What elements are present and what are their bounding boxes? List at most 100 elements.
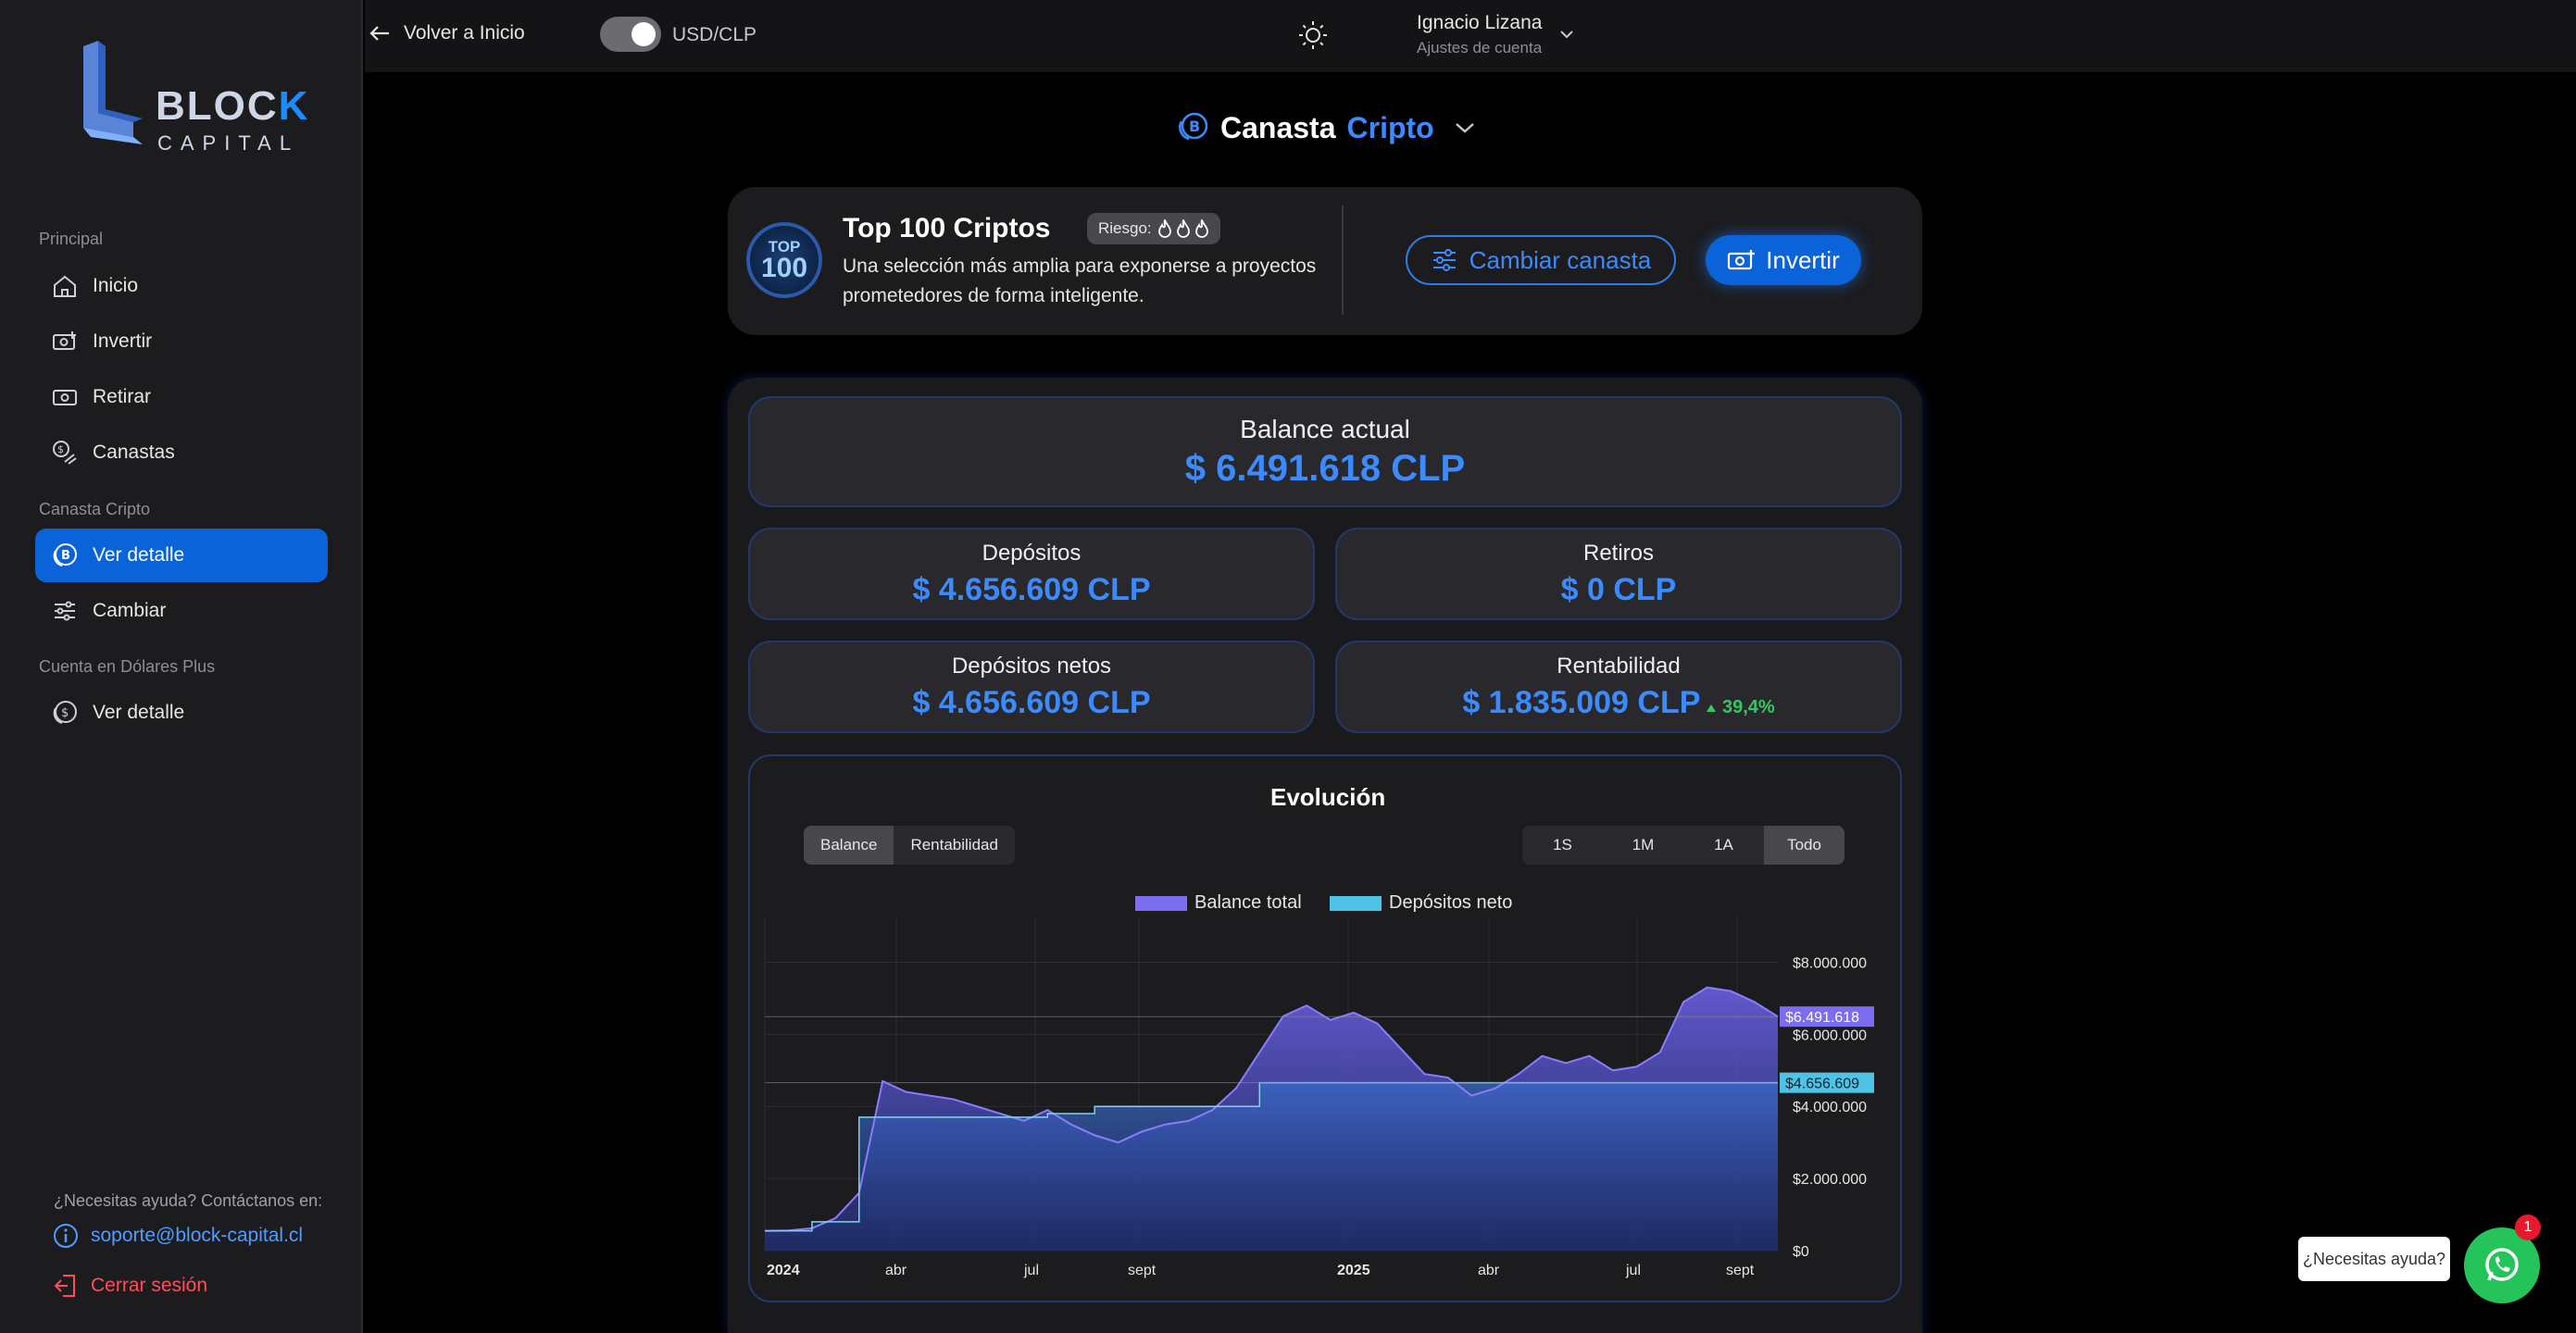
dollar-coin-icon: $ (50, 698, 80, 728)
sidebar-item-invertir[interactable]: Invertir (35, 315, 328, 368)
x-tick-label: abr (1478, 1263, 1500, 1278)
change-basket-label: Cambiar canasta (1469, 245, 1652, 274)
sidebar-item-canastas[interactable]: $ Canastas (35, 426, 328, 480)
sidebar-item-label: Invertir (93, 330, 153, 352)
chart-title: Evolución (1270, 783, 1386, 811)
sidebar-item-ver-detalle-usd[interactable]: $ Ver detalle (35, 686, 328, 740)
arrow-left-icon (369, 26, 389, 41)
user-name[interactable]: Ignacio Lizana (1417, 12, 1542, 34)
chevron-down-icon[interactable] (1559, 28, 1574, 44)
x-tick-label: jul (1625, 1263, 1641, 1278)
sidebar-item-inicio[interactable]: Inicio (35, 259, 328, 313)
change-basket-button[interactable]: Cambiar canasta (1406, 235, 1676, 285)
sidebar-item-cambiar[interactable]: Cambiar (35, 584, 328, 638)
section-canasta-cripto: Canasta Cripto (39, 500, 151, 518)
basket-description: Una selección más amplia para exponerse … (843, 255, 1317, 306)
tab-rentabilidad[interactable]: Rentabilidad (894, 826, 1015, 865)
account-settings-link[interactable]: Ajustes de cuenta (1417, 39, 1542, 57)
tab-range-1a[interactable]: 1A (1683, 826, 1764, 865)
sidebar-item-label: Inicio (93, 275, 139, 296)
basket-coins-icon: $ (50, 438, 80, 467)
x-tick-label: 2024 (767, 1263, 800, 1278)
profit-value: $ 1.835.009 CLP (1462, 685, 1701, 720)
tab-range-1s[interactable]: 1S (1522, 826, 1603, 865)
svg-text:$: $ (57, 443, 64, 455)
risk-flames (1157, 219, 1209, 238)
x-tick-label: sept (1726, 1263, 1755, 1278)
chevron-down-icon (1455, 123, 1474, 133)
profit-percent: 39,4% (1706, 697, 1775, 717)
logout-label: Cerrar sesión (91, 1275, 208, 1296)
deposits-label: Depósitos (982, 541, 1082, 566)
tab-balance[interactable]: Balance (804, 826, 894, 865)
sidebar-item-label: Ver detalle (93, 702, 185, 723)
risk-label: Riesgo: (1098, 219, 1152, 237)
home-icon (50, 271, 80, 301)
sidebar-item-retirar[interactable]: Retirar (35, 370, 328, 424)
profit-label: Rentabilidad (1557, 654, 1681, 679)
block-capital-logo[interactable]: BLOCK CAPITAL (78, 41, 307, 155)
risk-badge: Riesgo: (1087, 213, 1220, 244)
triangle-up-icon (1707, 704, 1717, 712)
chart-range-tabs: 1S 1M 1A Todo (1522, 826, 1844, 865)
badge-number: 100 (760, 252, 808, 283)
current-balance-card: Balance actual $ 6.491.618 CLP (748, 396, 1902, 507)
chart-mode-tabs: Balance Rentabilidad (804, 826, 1015, 865)
tab-range-todo[interactable]: Todo (1764, 826, 1844, 865)
sidebar-item-label: Cambiar (93, 600, 167, 621)
profit-card: Rentabilidad $ 1.835.009 CLP 39,4% (1335, 641, 1902, 733)
x-tick-label: 2025 (1337, 1263, 1370, 1278)
bitcoin-coin-icon: B (1179, 112, 1208, 141)
currency-toggle[interactable] (600, 17, 661, 52)
back-to-home-link[interactable]: Volver a Inicio (367, 22, 525, 44)
x-tick-label: jul (1023, 1263, 1039, 1278)
invest-label: Invertir (1766, 245, 1840, 274)
sidebar-item-ver-detalle[interactable]: B Ver detalle (35, 529, 328, 582)
invest-button[interactable]: Invertir (1706, 235, 1861, 285)
evolution-chart[interactable]: $8.000.000 $6.000.000 $4.000.000 $2.000.000… (757, 889, 1891, 1296)
basket-title-a: Canasta (1220, 110, 1336, 144)
balance-last-label: $6.491.618 (1785, 1010, 1859, 1026)
net-deposits-label: Depósitos netos (951, 654, 1112, 679)
flame-icon (1176, 219, 1190, 238)
sidebar-item-label: Retirar (93, 386, 152, 407)
sliders-icon (50, 596, 80, 626)
need-help-tooltip: ¿Necesitas ayuda? (2298, 1237, 2450, 1281)
y-tick-label: $2.000.000 (1793, 1172, 1867, 1188)
support-email: soporte@block-capital.cl (91, 1225, 304, 1246)
section-principal: Principal (39, 230, 104, 248)
basket-selector[interactable]: B Canasta Cripto (1174, 109, 1477, 146)
withdrawals-value: $ 0 CLP (1560, 572, 1677, 607)
theme-sun-icon[interactable] (1296, 19, 1330, 56)
net-deposits-card: Depósitos netos $ 4.656.609 CLP (748, 641, 1315, 733)
deposits-card: Depósitos $ 4.656.609 CLP (748, 528, 1315, 620)
sidebar-item-label: Canastas (93, 442, 175, 463)
withdrawals-card: Retiros $ 0 CLP (1335, 528, 1902, 620)
x-tick-label: abr (885, 1263, 907, 1278)
x-tick-label: sept (1128, 1263, 1157, 1278)
y-tick-label: $4.000.000 (1793, 1100, 1867, 1115)
invest-icon (1728, 250, 1756, 270)
sliders-icon (1432, 249, 1456, 271)
tab-range-1m[interactable]: 1M (1603, 826, 1683, 865)
basket-name: Top 100 Criptos (843, 213, 1051, 243)
svg-text:$: $ (61, 706, 69, 720)
section-dolares-plus: Cuenta en Dólares Plus (39, 657, 216, 676)
bitcoin-coin-icon: B (50, 541, 80, 570)
net-deposits-value: $ 4.656.609 CLP (912, 685, 1151, 720)
logout-button[interactable]: Cerrar sesión (52, 1272, 207, 1300)
flame-icon (1157, 219, 1171, 238)
toggle-knob (631, 22, 656, 46)
balance-value: $ 6.491.618 CLP (1184, 448, 1466, 489)
flame-icon (1194, 219, 1208, 238)
invest-icon (50, 327, 80, 356)
profit-percent-value: 39,4% (1721, 697, 1775, 717)
logo-mark-icon (83, 41, 143, 144)
support-email-link[interactable]: soporte@block-capital.cl (52, 1222, 303, 1250)
svg-text:B: B (61, 549, 70, 563)
back-label: Volver a Inicio (404, 22, 525, 44)
logo-subword: CAPITAL (157, 131, 300, 155)
basket-title-b: Cripto (1346, 110, 1434, 144)
balance-label: Balance actual (1240, 415, 1410, 443)
y-tick-label: $6.000.000 (1793, 1028, 1867, 1043)
